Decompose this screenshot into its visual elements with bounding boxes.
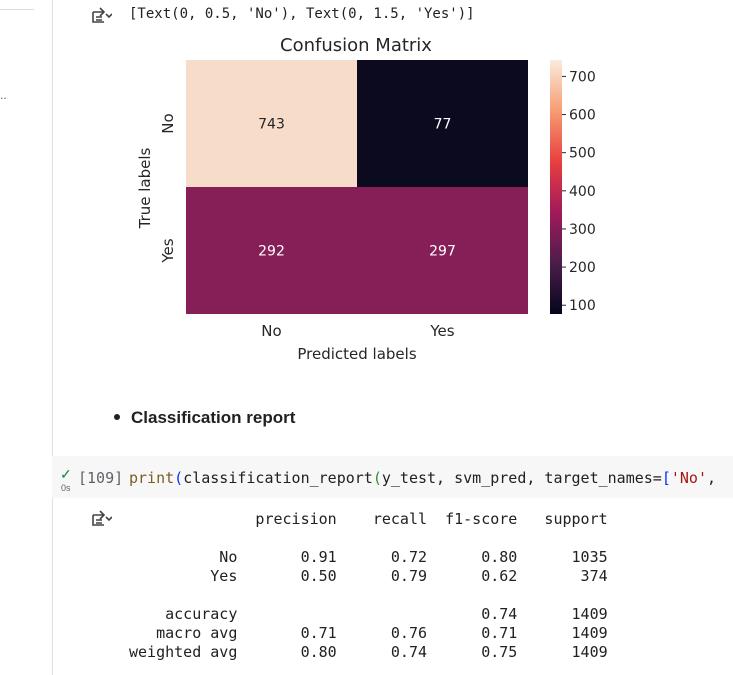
code-args: y_test, svm_pred, target_names= — [381, 469, 662, 487]
colorbar-tick-label: 600 — [569, 108, 596, 124]
divider — [0, 9, 34, 10]
output-toggle-icon[interactable] — [90, 7, 112, 25]
colorbar — [550, 60, 562, 314]
code-call: classification_report — [183, 469, 373, 487]
code-paren: ( — [174, 469, 184, 487]
colorbar-tick-label: 100 — [569, 298, 596, 314]
confusion-matrix-chart: Confusion Matrix 743 77 292 297 No Yes No Yes 1… — [136, 35, 596, 363]
code-fn: print — [129, 469, 175, 487]
cell-value-label: 292 — [258, 244, 285, 260]
code-list-open: [ — [661, 469, 671, 487]
ellipsis[interactable]: .. — [0, 88, 7, 102]
output-toggle-icon[interactable] — [90, 510, 112, 528]
left-gutter: .. — [0, 0, 53, 675]
run-time: 0s — [61, 483, 71, 493]
execution-count: [109] — [78, 469, 124, 487]
x-tick-label: Yes — [429, 322, 454, 340]
classification-report-output: precision recall f1-score support No 0.9… — [129, 510, 608, 661]
colorbar-tick-label: 400 — [569, 184, 596, 200]
code-line[interactable]: print(classification_report(y_test, svm_… — [129, 469, 716, 487]
y-tick-label: Yes — [159, 238, 177, 263]
cell-value-label: 743 — [258, 117, 285, 133]
cell-value-label: 297 — [429, 244, 456, 260]
x-tick-label: No — [261, 322, 281, 340]
output-text: [Text(0, 0.5, 'No'), Text(0, 1.5, 'Yes')… — [129, 6, 475, 22]
y-axis-label: True labels — [136, 147, 154, 229]
colorbar-tick-label: 500 — [569, 146, 596, 162]
run-status-icon[interactable]: ✓ — [60, 466, 72, 483]
section-heading: Classification report — [131, 408, 296, 427]
code-string: 'No' — [670, 469, 707, 487]
cell-value-label: 77 — [434, 117, 452, 133]
chart-title: Confusion Matrix — [280, 35, 432, 56]
colorbar-tick-label: 700 — [569, 69, 596, 85]
code-rest: , — [707, 469, 717, 487]
bullet-dot — [114, 414, 120, 420]
code-paren-inner: ( — [372, 469, 382, 487]
colorbar-tick-label: 300 — [569, 222, 596, 238]
y-tick-label: No — [159, 113, 177, 133]
colorbar-tick-label: 200 — [569, 260, 596, 276]
x-axis-label: Predicted labels — [297, 345, 416, 363]
